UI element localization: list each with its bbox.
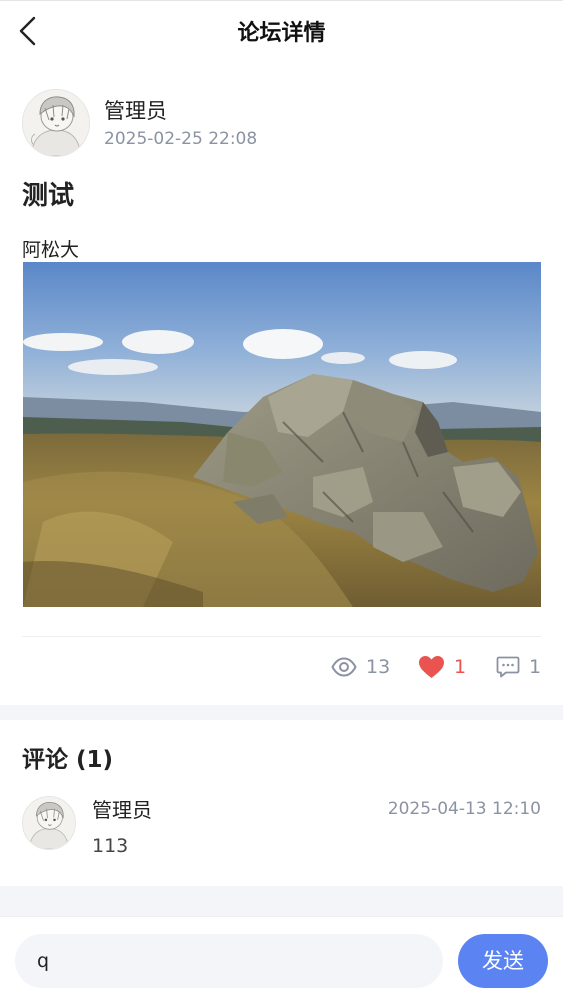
comments-stat: 1	[496, 652, 541, 682]
comments-heading-count: (1)	[76, 747, 114, 773]
comment-author-name: 管理员	[92, 798, 152, 822]
comment-input[interactable]	[15, 934, 443, 988]
app-header: 论坛详情	[0, 1, 563, 65]
post-timestamp: 2025-02-25 22:08	[104, 129, 258, 149]
comment-author-avatar[interactable]	[22, 796, 76, 850]
section-separator	[0, 705, 563, 720]
comment-timestamp: 2025-04-13 12:10	[387, 799, 541, 819]
post-author-name: 管理员	[104, 99, 167, 123]
comment-bubble-icon	[496, 656, 520, 678]
comments-count: 1	[529, 656, 542, 678]
likes-count: 1	[454, 656, 467, 678]
comments-section: 评论 (1) 管理员 2025-04-13 12:10 113	[0, 720, 563, 886]
views-stat: 13	[331, 652, 390, 682]
author-avatar[interactable]	[22, 89, 90, 157]
post-title: 测试	[22, 181, 75, 211]
comment-composer: 发送	[0, 916, 563, 1002]
post-body-text: 阿松大	[22, 239, 80, 261]
post-card: 管理员 2025-02-25 22:08 测试 阿松大 13 1 1	[0, 65, 563, 705]
send-button[interactable]: 发送	[458, 934, 548, 988]
section-separator	[0, 886, 563, 916]
post-image[interactable]	[23, 262, 541, 607]
views-count: 13	[366, 656, 391, 678]
page-title: 论坛详情	[237, 21, 326, 46]
heart-icon	[419, 656, 444, 678]
like-button[interactable]: 1	[418, 652, 466, 682]
avatar-illustration	[23, 90, 89, 156]
eye-icon	[331, 657, 357, 677]
stats-divider	[22, 636, 541, 637]
comments-heading-label: 评论	[22, 747, 68, 773]
comment-text: 113	[92, 835, 129, 857]
avatar-illustration	[23, 797, 75, 849]
landscape-photo	[23, 262, 541, 607]
comments-heading: 评论 (1)	[22, 744, 113, 776]
